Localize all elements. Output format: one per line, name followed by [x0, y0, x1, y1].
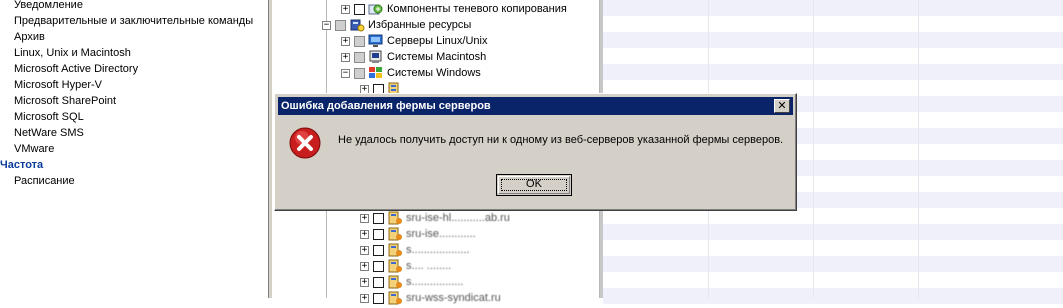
checkbox[interactable] [373, 228, 384, 240]
tree-row-label[interactable]: s.... ........ [406, 258, 451, 274]
grid-row [603, 288, 1063, 304]
checkbox[interactable] [373, 212, 384, 224]
nav-item-active-directory[interactable]: Microsoft Active Directory [14, 61, 138, 77]
mac-system-icon [368, 50, 384, 64]
tree-row-server: + s.... ........ [360, 258, 451, 274]
tree-row-windows-systems: − Системы Windows [341, 65, 481, 81]
error-dialog: Ошибка добавления фермы серверов ✕ Не уд… [274, 93, 797, 211]
nav-item-hyper-v[interactable]: Microsoft Hyper-V [14, 77, 102, 93]
tree-row-label[interactable]: Системы Macintosh [387, 49, 486, 65]
shadow-copy-icon [368, 2, 384, 16]
close-button[interactable]: ✕ [774, 99, 790, 113]
expand-icon[interactable]: + [360, 293, 369, 303]
tree-row-server: + sru-wss-syndicat.ru [360, 290, 501, 306]
expand-icon[interactable]: + [341, 36, 350, 46]
collapse-icon[interactable]: − [341, 68, 350, 78]
nav-item-archive[interactable]: Архив [14, 29, 45, 45]
tree-row-label[interactable]: sru-ise-hl...........ab.ru [406, 210, 510, 226]
windows-system-icon [368, 66, 384, 80]
checkbox[interactable] [354, 35, 365, 47]
tree-row-mac-systems: + Системы Macintosh [341, 49, 486, 65]
error-message: Не удалось получить доступ ни к одному и… [338, 134, 784, 146]
checkbox[interactable] [335, 19, 346, 31]
error-icon [289, 127, 321, 159]
nav-item-notification[interactable]: Уведомление [14, 0, 83, 13]
nav-section-frequency[interactable]: Частота [0, 157, 43, 173]
nav-item-sql[interactable]: Microsoft SQL [14, 109, 84, 125]
nav-item-schedule[interactable]: Расписание [14, 173, 75, 189]
tree-row-label[interactable]: Серверы Linux/Unix [387, 33, 487, 49]
tree-row-server: + sru-ise............ [360, 226, 476, 242]
grid-column-divider [813, 0, 814, 298]
tree-row-label[interactable]: Избранные ресурсы [368, 17, 471, 33]
checkbox[interactable] [354, 67, 365, 79]
expand-icon[interactable]: + [360, 277, 369, 287]
ok-button-label: OK [526, 178, 542, 190]
ok-button[interactable]: OK [496, 174, 572, 196]
nav-item-sharepoint[interactable]: Microsoft SharePoint [14, 93, 116, 109]
server-icon [387, 243, 403, 257]
tree-row-linux-servers: + Серверы Linux/Unix [341, 33, 487, 49]
close-icon: ✕ [777, 99, 787, 112]
favorites-icon [349, 18, 365, 32]
collapse-icon[interactable]: − [322, 20, 331, 30]
grid-row [603, 32, 1063, 48]
grid-row [603, 224, 1063, 240]
grid-row [603, 64, 1063, 80]
nav-item-pre-post-commands[interactable]: Предварительные и заключительные команды [14, 13, 253, 29]
server-icon [387, 291, 403, 305]
checkbox[interactable] [373, 260, 384, 272]
checkbox[interactable] [373, 276, 384, 288]
linux-server-icon [368, 34, 384, 48]
tree-row-label[interactable]: sru-wss-syndicat.ru [406, 290, 501, 306]
expand-icon[interactable]: + [360, 261, 369, 271]
tree-row-label[interactable]: Компоненты теневого копирования [387, 1, 567, 17]
nav-item-vmware[interactable]: VMware [14, 141, 54, 157]
checkbox[interactable] [354, 51, 365, 63]
tree-row-shadow-copy: + Компоненты теневого копирования [341, 1, 567, 17]
server-icon [387, 211, 403, 225]
tree-row-label[interactable]: s................. [406, 274, 463, 290]
tree-row-favorites: − Избранные ресурсы [322, 17, 471, 33]
expand-icon[interactable]: + [360, 245, 369, 255]
tree-row-label[interactable]: s................... [406, 242, 470, 258]
checkbox[interactable] [373, 244, 384, 256]
expand-icon[interactable]: + [360, 213, 369, 223]
checkbox[interactable] [373, 292, 384, 304]
grid-row [603, 256, 1063, 272]
dialog-titlebar[interactable]: Ошибка добавления фермы серверов ✕ [278, 97, 793, 115]
expand-icon[interactable]: + [360, 229, 369, 239]
tree-row-label[interactable]: Системы Windows [387, 65, 481, 81]
tree-row-server: + sru-ise-hl...........ab.ru [360, 210, 510, 226]
server-icon [387, 275, 403, 289]
checkbox[interactable] [354, 3, 365, 15]
tree-row-label[interactable]: sru-ise............ [406, 226, 476, 242]
left-navigation: Уведомление Предварительные и заключител… [0, 0, 268, 298]
dialog-title: Ошибка добавления фермы серверов [281, 100, 491, 112]
grid-row [603, 0, 1063, 16]
expand-icon[interactable]: + [341, 52, 350, 62]
nav-item-netware-sms[interactable]: NetWare SMS [14, 125, 84, 141]
tree-row-server: + s................... [360, 242, 470, 258]
tree-row-server: + s................. [360, 274, 463, 290]
nav-item-linux-unix-mac[interactable]: Linux, Unix и Macintosh [14, 45, 131, 61]
grid-column-divider [918, 0, 919, 298]
server-icon [387, 259, 403, 273]
expand-icon[interactable]: + [341, 4, 350, 14]
server-icon [387, 227, 403, 241]
